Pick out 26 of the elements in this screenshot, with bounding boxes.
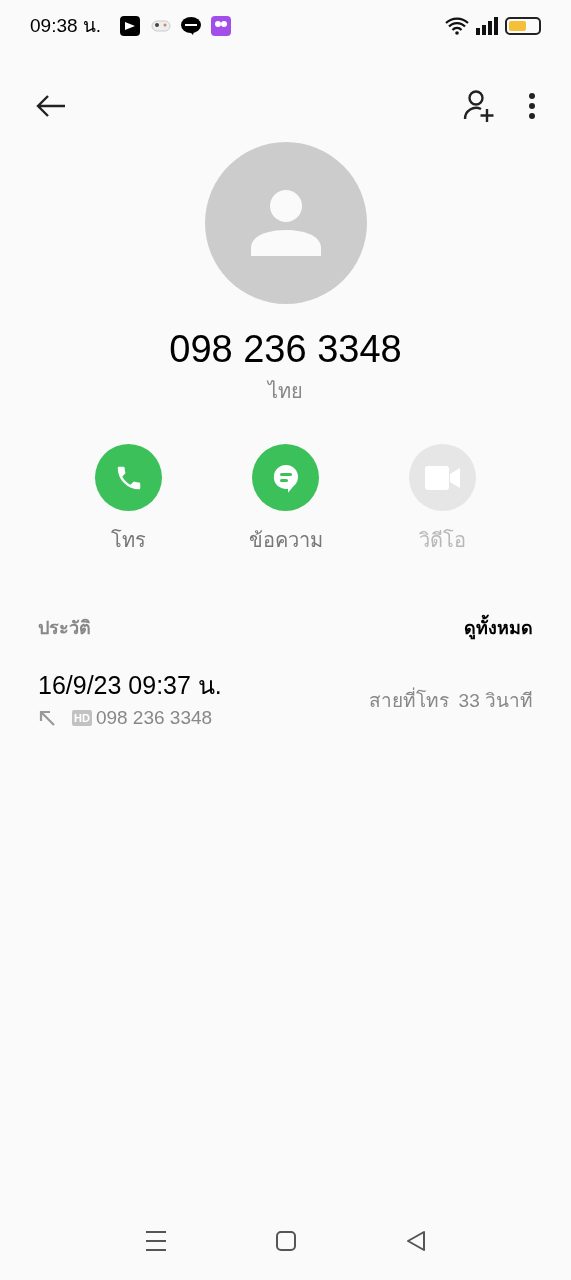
chat-bubble-icon — [181, 17, 202, 35]
add-contact-icon[interactable] — [461, 88, 497, 124]
call-number: 098 236 3348 — [95, 706, 213, 730]
call-duration: 33 วินาที — [458, 689, 533, 713]
signal-icon — [475, 17, 499, 35]
history-title: ประวัติ — [38, 617, 91, 640]
contact-number: 098 236 3348 — [169, 327, 402, 372]
wifi-icon — [445, 17, 469, 35]
video-camera-icon — [424, 464, 461, 491]
message-button[interactable]: ข้อความ — [207, 444, 364, 555]
contact-region: ไทย — [268, 379, 303, 404]
call-type: สายที่โทร — [368, 687, 449, 716]
status-time: 09:38 น. — [30, 13, 102, 38]
menu-icon[interactable] — [143, 1230, 168, 1252]
call-button[interactable]: โทร — [50, 444, 207, 555]
hd-badge: HD — [72, 710, 92, 727]
app-notification-icon — [119, 16, 142, 36]
more-options-icon[interactable] — [527, 91, 537, 121]
outgoing-call-icon — [38, 709, 56, 728]
battery-icon — [505, 17, 541, 35]
call-datetime: 16/9/23 09:37 น. — [38, 670, 222, 700]
view-all-link[interactable]: ดูทั้งหมด — [464, 615, 533, 642]
back-nav-icon[interactable] — [405, 1230, 428, 1252]
call-history-row[interactable]: 16/9/23 09:37 น. HD 098 236 3348 สายที่โทร 33 วินาที — [0, 670, 571, 733]
home-icon[interactable] — [275, 1230, 298, 1252]
app-notification-icon — [211, 16, 232, 36]
